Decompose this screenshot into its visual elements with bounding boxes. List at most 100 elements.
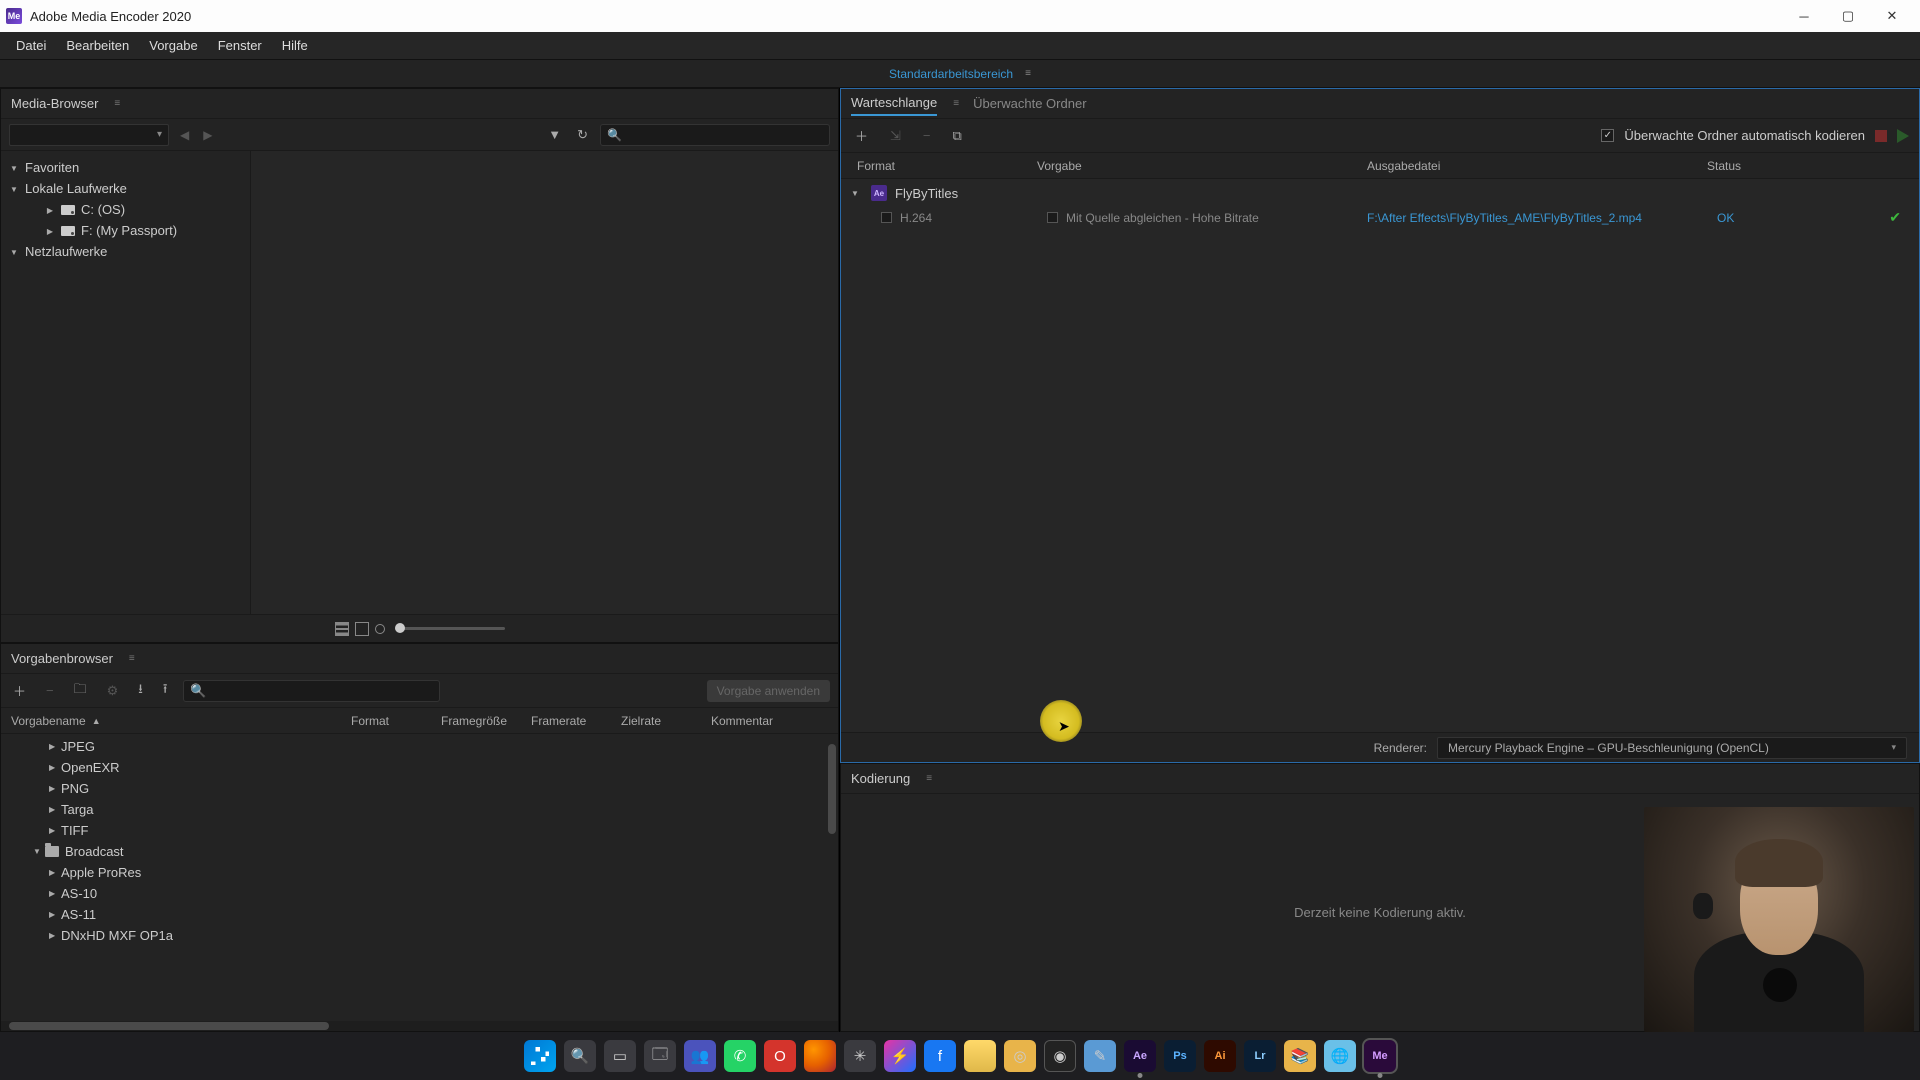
remove-icon[interactable]: −	[919, 126, 935, 145]
taskbar-teams-icon[interactable]: 👥	[684, 1040, 716, 1072]
renderer-dropdown[interactable]: Mercury Playback Engine – GPU-Beschleuni…	[1437, 737, 1907, 759]
filter-icon[interactable]: ▼	[544, 125, 565, 144]
taskbar-me-icon[interactable]: Me	[1364, 1040, 1396, 1072]
header-status[interactable]: Status	[1707, 159, 1903, 173]
thumb-view-icon[interactable]	[375, 624, 385, 634]
apply-preset-button[interactable]: Vorgabe anwenden	[707, 680, 830, 702]
zoom-slider[interactable]	[395, 627, 505, 630]
add-output-icon[interactable]: ⇲	[886, 126, 905, 146]
queue-render-row[interactable]: H.264 Mit Quelle abgleichen - Hohe Bitra…	[841, 205, 1919, 230]
scrollbar-thumb[interactable]	[828, 744, 836, 834]
menu-window[interactable]: Fenster	[208, 34, 272, 57]
taskbar-start-icon[interactable]	[524, 1040, 556, 1072]
minimize-button[interactable]: ─	[1782, 0, 1826, 32]
tree-drive-f[interactable]: F: (My Passport)	[1, 220, 250, 241]
header-format[interactable]: Format	[351, 714, 441, 728]
media-browser-tab[interactable]: Media-Browser	[11, 92, 98, 115]
path-dropdown[interactable]: ▾	[9, 124, 169, 146]
workspace-menu-icon[interactable]: ≡	[1025, 68, 1031, 79]
new-preset-icon[interactable]: ＋	[9, 679, 30, 702]
taskbar-opera-icon[interactable]: O	[764, 1040, 796, 1072]
taskbar-taskview-icon[interactable]: ▭	[604, 1040, 636, 1072]
add-source-icon[interactable]: ＋	[851, 124, 872, 147]
media-search-input[interactable]: 🔍	[600, 124, 830, 146]
taskbar-folder-icon[interactable]	[964, 1040, 996, 1072]
workspace-label[interactable]: Standardarbeitsbereich	[889, 67, 1013, 81]
list-view-icon[interactable]	[335, 622, 349, 636]
tree-network[interactable]: Netzlaufwerke	[1, 241, 250, 262]
preset-row[interactable]: ▶PNG	[1, 778, 838, 799]
refresh-icon[interactable]: ↻	[573, 125, 592, 145]
preset-row[interactable]: ▶Targa	[1, 799, 838, 820]
taskbar-app-icon[interactable]: ◎	[1004, 1040, 1036, 1072]
header-format[interactable]: Format	[857, 159, 1037, 173]
taskbar-search-icon[interactable]: 🔍	[564, 1040, 596, 1072]
preset-h-scroll[interactable]	[1, 1021, 838, 1031]
zoom-slider-knob[interactable]	[395, 623, 405, 633]
nav-forward-icon[interactable]: ▶	[200, 128, 215, 142]
panel-menu-icon[interactable]: ≡	[926, 773, 932, 784]
header-comment[interactable]: Kommentar	[711, 714, 801, 728]
taskbar-app-icon[interactable]: 🌐	[1324, 1040, 1356, 1072]
menu-file[interactable]: Datei	[6, 34, 56, 57]
queue-job-row[interactable]: ▼ Ae FlyByTitles	[841, 181, 1919, 205]
taskbar-ps-icon[interactable]: Ps	[1164, 1040, 1196, 1072]
preset-row[interactable]: ▶AS-11	[1, 904, 838, 925]
view-toggle[interactable]	[335, 622, 385, 636]
header-targetrate[interactable]: Zielrate	[621, 714, 711, 728]
taskbar-ae-icon[interactable]: Ae	[1124, 1040, 1156, 1072]
preset-row[interactable]: ▶JPEG	[1, 736, 838, 757]
tree-favorites[interactable]: Favoriten	[1, 157, 250, 178]
preset-search-input[interactable]: 🔍	[183, 680, 440, 702]
panel-menu-icon[interactable]: ≡	[114, 98, 120, 109]
menu-preset[interactable]: Vorgabe	[139, 34, 207, 57]
media-content-area[interactable]	[251, 151, 838, 614]
stop-queue-button[interactable]	[1875, 130, 1887, 142]
taskbar-explorer-icon[interactable]: 🗔	[644, 1040, 676, 1072]
watch-folders-tab[interactable]: Überwachte Ordner	[973, 92, 1086, 115]
row-checkbox[interactable]	[881, 212, 892, 223]
header-framerate[interactable]: Framerate	[531, 714, 621, 728]
preset-group-row[interactable]: ▼Broadcast	[1, 841, 838, 862]
render-output[interactable]: F:\After Effects\FlyByTitles_AME\FlyByTi…	[1367, 211, 1717, 225]
header-output[interactable]: Ausgabedatei	[1367, 159, 1707, 173]
taskbar-whatsapp-icon[interactable]: ✆	[724, 1040, 756, 1072]
job-expand-icon[interactable]: ▼	[851, 189, 863, 198]
taskbar-ai-icon[interactable]: Ai	[1204, 1040, 1236, 1072]
export-preset-icon[interactable]: ⭱	[159, 678, 172, 704]
nav-back-icon[interactable]: ◀	[177, 128, 192, 142]
preset-row[interactable]: ▶OpenEXR	[1, 757, 838, 778]
scrollbar-thumb[interactable]	[9, 1022, 329, 1030]
delete-preset-icon[interactable]: −	[42, 681, 58, 700]
tree-local-drives[interactable]: Lokale Laufwerke	[1, 178, 250, 199]
close-button[interactable]: ✕	[1870, 0, 1914, 32]
preset-row[interactable]: ▶TIFF	[1, 820, 838, 841]
new-group-icon[interactable]: 🗀	[70, 678, 91, 704]
taskbar-notes-icon[interactable]: ✎	[1084, 1040, 1116, 1072]
grid-view-icon[interactable]	[355, 622, 369, 636]
row-checkbox[interactable]	[1047, 212, 1058, 223]
header-preset[interactable]: Vorgabe	[1037, 159, 1367, 173]
encoding-tab[interactable]: Kodierung	[851, 767, 910, 790]
render-format[interactable]: H.264	[900, 211, 932, 225]
duplicate-icon[interactable]: ⧉	[949, 126, 966, 146]
render-preset[interactable]: Mit Quelle abgleichen - Hohe Bitrate	[1066, 211, 1259, 225]
start-queue-button[interactable]	[1897, 129, 1909, 143]
preset-settings-icon[interactable]: ⚙	[103, 681, 123, 701]
preset-row[interactable]: ▶AS-10	[1, 883, 838, 904]
taskbar-facebook-icon[interactable]: f	[924, 1040, 956, 1072]
queue-tab[interactable]: Warteschlange	[851, 91, 937, 116]
menu-help[interactable]: Hilfe	[272, 34, 318, 57]
panel-menu-icon[interactable]: ≡	[953, 98, 959, 109]
maximize-button[interactable]: ▢	[1826, 0, 1870, 32]
header-framesize[interactable]: Framegröße	[441, 714, 531, 728]
taskbar-messenger-icon[interactable]: ⚡	[884, 1040, 916, 1072]
render-status-ok[interactable]: OK	[1717, 211, 1777, 225]
taskbar-lr-icon[interactable]: Lr	[1244, 1040, 1276, 1072]
preset-browser-tab[interactable]: Vorgabenbrowser	[11, 647, 113, 670]
panel-menu-icon[interactable]: ≡	[129, 653, 135, 664]
auto-encode-checkbox[interactable]: ✓	[1601, 129, 1614, 142]
taskbar-app-icon[interactable]: ✳	[844, 1040, 876, 1072]
import-preset-icon[interactable]: ⭳	[134, 678, 147, 704]
taskbar-obs-icon[interactable]: ◉	[1044, 1040, 1076, 1072]
